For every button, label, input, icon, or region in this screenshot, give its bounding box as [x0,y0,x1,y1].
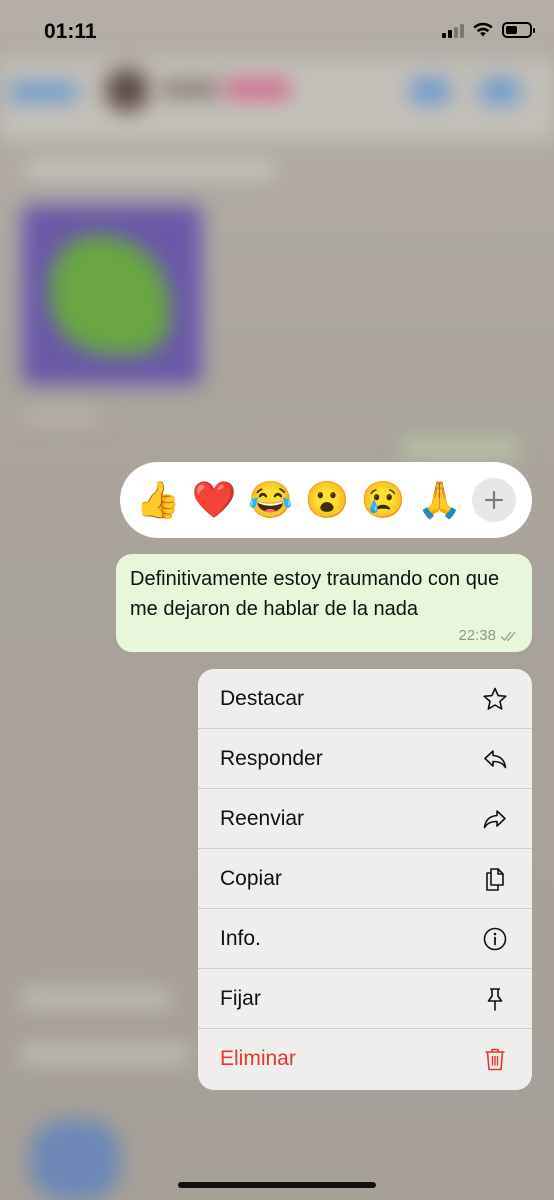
reaction-thumbs-up[interactable]: 👍 [134,476,182,524]
reaction-bar: 👍 ❤️ 😂 😮 😢 🙏 [120,462,532,538]
menu-item-label: Fijar [220,986,261,1010]
blurred-message-line [20,990,170,1008]
star-icon [482,686,508,712]
status-time: 01:11 [44,20,97,43]
message-text: Definitivamente estoy traumando con que … [130,568,500,620]
menu-item-eliminar[interactable]: Eliminar [198,1029,532,1089]
battery-icon [502,22,535,38]
blurred-contact-emoji [225,80,290,98]
blurred-header [0,60,554,140]
reaction-crying[interactable]: 😢 [359,476,407,524]
menu-item-reenviar[interactable]: Reenviar [198,789,532,849]
reaction-praying[interactable]: 🙏 [416,476,464,524]
menu-item-responder[interactable]: Responder [198,729,532,789]
menu-item-destacar[interactable]: Destacar [198,669,532,729]
menu-item-label: Eliminar [220,1047,296,1070]
blurred-call-button [480,78,520,104]
copy-icon [482,866,508,892]
cellular-signal-icon [442,22,464,38]
message-time: 22:38 [458,627,496,644]
reaction-heart[interactable]: ❤️ [190,476,238,524]
trash-icon [482,1046,508,1072]
menu-item-copiar[interactable]: Copiar [198,849,532,909]
wifi-icon [473,22,493,37]
blurred-outgoing-line [400,440,520,458]
status-icons [442,22,535,38]
blurred-video-button [410,78,450,104]
blurred-image [30,1120,120,1200]
menu-item-label: Responder [220,746,323,770]
blurred-message-line [20,1045,190,1063]
menu-item-fijar[interactable]: Fijar [198,969,532,1029]
forward-icon [482,806,508,832]
reply-icon [482,746,508,772]
reaction-surprised[interactable]: 😮 [303,476,351,524]
menu-item-label: Info. [220,926,261,950]
menu-item-label: Reenviar [220,806,305,830]
pin-icon [482,986,508,1012]
blurred-avatar [105,68,149,112]
menu-item-info[interactable]: Info. [198,909,532,969]
info-icon [482,926,508,952]
blurred-timestamp [22,410,102,424]
message-meta: 22:38 [458,627,520,644]
plus-icon [484,490,504,510]
blurred-back-button [8,82,78,102]
message-context-menu: Destacar Responder Reenviar Copiar Info. [198,669,532,1090]
more-reactions-button[interactable] [471,478,516,522]
double-check-icon [500,631,516,641]
blurred-message-line [25,160,275,178]
selected-message-bubble[interactable]: Definitivamente estoy traumando con que … [116,554,532,652]
blurred-contact-name [160,80,220,98]
menu-item-label: Copiar [220,866,282,890]
reaction-laughing[interactable]: 😂 [247,476,295,524]
menu-item-label: Destacar [220,686,305,710]
home-indicator[interactable] [178,1182,376,1188]
